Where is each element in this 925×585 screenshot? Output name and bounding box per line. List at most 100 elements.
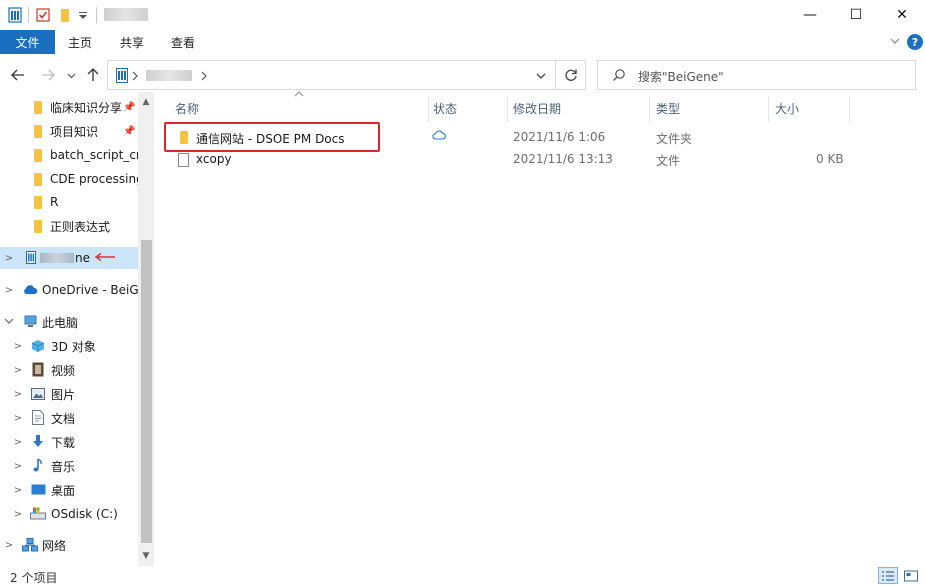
back-button[interactable] <box>8 66 28 84</box>
nav-item-desktop[interactable]: > 桌面 <box>0 479 138 501</box>
chevron-right-icon[interactable]: > <box>13 509 23 520</box>
column-divider[interactable] <box>849 96 850 122</box>
nav-item-quick-access[interactable]: R <box>0 191 138 213</box>
tab-home[interactable]: 主页 <box>68 30 92 54</box>
refresh-icon <box>564 69 577 81</box>
maximize-button[interactable]: ☐ <box>833 0 879 30</box>
chevron-right-icon[interactable]: > <box>13 461 23 472</box>
nav-label: 图片 <box>51 387 76 402</box>
nav-label: CDE processing <box>50 172 138 186</box>
minimize-button[interactable]: — <box>787 0 833 30</box>
chevron-right-icon[interactable]: > <box>4 253 14 264</box>
nav-item-network[interactable]: > 网络 <box>0 534 138 556</box>
details-view-button[interactable] <box>878 567 898 584</box>
tab-view[interactable]: 查看 <box>171 30 195 54</box>
breadcrumb-redacted[interactable] <box>146 70 192 81</box>
column-header-modified[interactable]: 修改日期 <box>513 100 561 117</box>
nav-item-videos[interactable]: > 视频 <box>0 359 138 381</box>
tab-file[interactable]: 文件 <box>0 30 55 54</box>
column-header-status[interactable]: 状态 <box>433 100 457 117</box>
properties-icon[interactable] <box>36 7 50 23</box>
title-bar: — ☐ ✕ <box>0 0 925 30</box>
nav-item-onedrive[interactable]: > OneDrive - BeiGe <box>0 279 138 301</box>
table-row[interactable]: xcopy 2021/11/6 13:13 文件 0 KB <box>160 149 860 171</box>
download-icon <box>33 435 43 447</box>
nav-label: R <box>50 195 59 209</box>
breadcrumb-chevron-icon[interactable] <box>201 71 208 81</box>
chevron-right-icon[interactable]: > <box>13 413 23 424</box>
cloud-icon <box>24 285 38 294</box>
address-bar[interactable] <box>107 60 556 90</box>
nav-item-selected-library[interactable]: > ne <box>0 247 138 269</box>
column-divider[interactable] <box>649 96 650 122</box>
up-button[interactable] <box>84 66 102 84</box>
nav-item-quick-access[interactable]: 项目知识 📌 <box>0 120 138 142</box>
pin-icon[interactable]: 📌 <box>123 102 135 113</box>
help-button[interactable]: ? <box>907 34 923 50</box>
column-header-type[interactable]: 类型 <box>656 100 680 117</box>
documents-icon <box>32 410 44 425</box>
tab-share[interactable]: 共享 <box>120 30 144 54</box>
nav-scrollbar-thumb[interactable] <box>141 240 152 543</box>
recent-locations-button[interactable] <box>64 66 78 84</box>
search-icon <box>613 69 625 81</box>
refresh-button[interactable] <box>556 60 586 90</box>
column-divider[interactable] <box>428 96 429 122</box>
scroll-up-icon[interactable]: ▲ <box>138 94 154 110</box>
close-button[interactable]: ✕ <box>879 0 925 30</box>
address-history-chevron-icon[interactable] <box>536 72 546 80</box>
up-arrow-icon <box>87 68 99 81</box>
drive-icon <box>30 507 46 520</box>
expand-ribbon-icon[interactable] <box>889 35 901 50</box>
file-type: 文件夹 <box>656 132 693 146</box>
nav-label: 视频 <box>51 363 76 378</box>
nav-item-downloads[interactable]: > 下载 <box>0 431 138 453</box>
nav-item-music[interactable]: > 音乐 <box>0 455 138 477</box>
nav-item-documents[interactable]: > 文档 <box>0 407 138 429</box>
location-icon <box>116 68 128 83</box>
search-input[interactable]: 搜索"BeiGene" <box>597 60 916 90</box>
forward-button[interactable] <box>38 66 58 84</box>
chevron-right-icon[interactable]: > <box>4 285 14 296</box>
new-folder-icon[interactable] <box>58 7 72 23</box>
folder-icon <box>34 195 42 209</box>
label-redacted <box>40 253 74 263</box>
nav-item-quick-access[interactable]: 临床知识分享 📌 <box>0 96 138 118</box>
chevron-right-icon[interactable]: > <box>13 389 23 400</box>
chevron-right-icon[interactable]: > <box>13 485 23 496</box>
file-modified: 2021/11/6 1:06 <box>513 130 606 144</box>
column-divider[interactable] <box>768 96 769 122</box>
chevron-right-icon[interactable]: > <box>13 365 23 376</box>
nav-item-pictures[interactable]: > 图片 <box>0 383 138 405</box>
nav-item-quick-access[interactable]: batch_script_cr <box>0 144 138 166</box>
chevron-right-icon[interactable]: > <box>13 341 23 352</box>
large-icons-view-button[interactable] <box>901 567 921 584</box>
item-count: 2 个项目 <box>10 571 58 585</box>
scroll-down-icon[interactable]: ▼ <box>138 548 154 564</box>
nav-item-quick-access[interactable]: CDE processing <box>0 168 138 190</box>
details-view-icon <box>882 570 894 581</box>
chevron-down-icon[interactable] <box>4 317 14 328</box>
forward-arrow-icon <box>42 69 55 81</box>
app-icon[interactable] <box>8 7 22 23</box>
chevron-right-icon[interactable]: > <box>4 540 14 551</box>
folder-icon <box>34 148 42 162</box>
qat-dropdown-icon[interactable] <box>78 7 92 23</box>
nav-item-this-pc[interactable]: 此电脑 <box>0 311 138 333</box>
video-icon <box>32 362 44 377</box>
file-list: 名称 状态 修改日期 类型 大小 通信网站 - DSOE PM Docs 202… <box>160 91 925 566</box>
qat-separator <box>28 7 29 23</box>
close-icon: ✕ <box>896 7 908 23</box>
column-header-name[interactable]: 名称 <box>175 100 199 117</box>
column-divider[interactable] <box>507 96 508 122</box>
breadcrumb-chevron-icon[interactable] <box>132 71 139 81</box>
chevron-right-icon[interactable]: > <box>13 437 23 448</box>
nav-item-quick-access[interactable]: 正则表达式 <box>0 215 138 237</box>
nav-item-3d-objects[interactable]: > 3D 对象 <box>0 335 138 357</box>
file-icon <box>178 153 189 167</box>
nav-label: 文档 <box>51 411 76 426</box>
nav-item-osdisk[interactable]: > OSdisk (C:) <box>0 503 138 525</box>
pin-icon[interactable]: 📌 <box>123 126 135 137</box>
column-header-size[interactable]: 大小 <box>775 100 799 117</box>
music-icon <box>33 458 42 472</box>
